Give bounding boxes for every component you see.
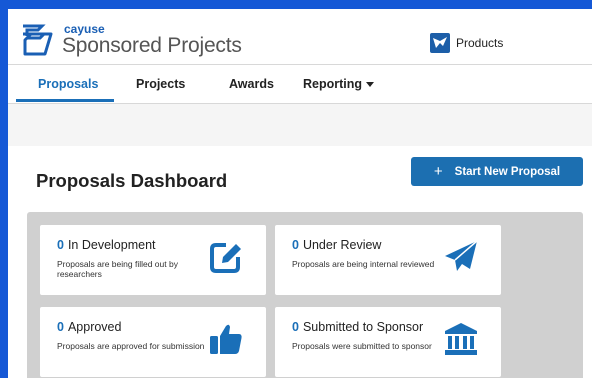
active-tab-indicator [16, 99, 114, 102]
card-title: 0 Under Review [292, 238, 381, 252]
products-label: Products [456, 36, 504, 50]
start-new-proposal-button[interactable]: + Start New Proposal [411, 157, 583, 186]
app-header: cayuse Sponsored Projects Products [8, 9, 592, 65]
tab-projects[interactable]: Projects [136, 65, 185, 103]
card-label: Under Review [302, 238, 382, 252]
card-label: Submitted to Sponsor [302, 320, 424, 334]
card-title: 0 In Development [57, 238, 156, 252]
card-label: In Development [67, 238, 156, 252]
card-title: 0 Submitted to Sponsor [292, 320, 423, 334]
tab-proposals[interactable]: Proposals [38, 65, 98, 103]
card-description: Proposals are being filled out by resear… [57, 259, 178, 279]
card-submitted-to-sponsor[interactable]: 0 Submitted to Sponsor Proposals were sub… [275, 307, 501, 377]
tab-reporting[interactable]: Reporting [303, 65, 375, 103]
tab-awards[interactable]: Awards [229, 65, 274, 103]
caret-down-icon [366, 82, 375, 88]
card-count: 0 [292, 238, 299, 252]
card-description: Proposals were submitted to sponsor [292, 341, 432, 351]
card-label: Approved [67, 320, 122, 334]
app-window: cayuse Sponsored Projects Products Propo… [8, 9, 592, 378]
card-description: Proposals are approved for submission [57, 341, 205, 351]
card-count: 0 [292, 320, 299, 334]
page-title: Proposals Dashboard [36, 170, 228, 191]
card-under-review[interactable]: 0 Under Review Proposals are being intern… [275, 225, 501, 295]
thumbs-up-icon [210, 324, 242, 354]
paper-plane-icon [445, 240, 478, 271]
plus-icon: + [433, 163, 443, 180]
card-description: Proposals are being internal reviewed [292, 259, 435, 269]
card-count: 0 [57, 320, 64, 334]
card-count: 0 [57, 238, 64, 252]
products-icon [430, 33, 450, 53]
status-cards-panel: 0 In Development Proposals are being fill… [27, 212, 583, 378]
brand-title: Sponsored Projects [62, 34, 242, 57]
card-approved[interactable]: 0 Approved Proposals are approved for sub… [40, 307, 266, 377]
dashboard-content: Proposals Dashboard + Start New Proposal… [8, 146, 592, 378]
main-nav: Proposals Projects Awards Reporting [8, 65, 592, 104]
card-in-development[interactable]: 0 In Development Proposals are being fill… [40, 225, 266, 295]
start-new-proposal-label: Start New Proposal [454, 165, 561, 178]
products-menu[interactable]: Products [430, 33, 503, 53]
card-title: 0 Approved [57, 320, 121, 334]
bank-icon [445, 323, 477, 355]
tab-reporting-label: Reporting [303, 77, 363, 91]
edit-icon [210, 243, 241, 273]
cayuse-logo-icon [23, 24, 53, 56]
